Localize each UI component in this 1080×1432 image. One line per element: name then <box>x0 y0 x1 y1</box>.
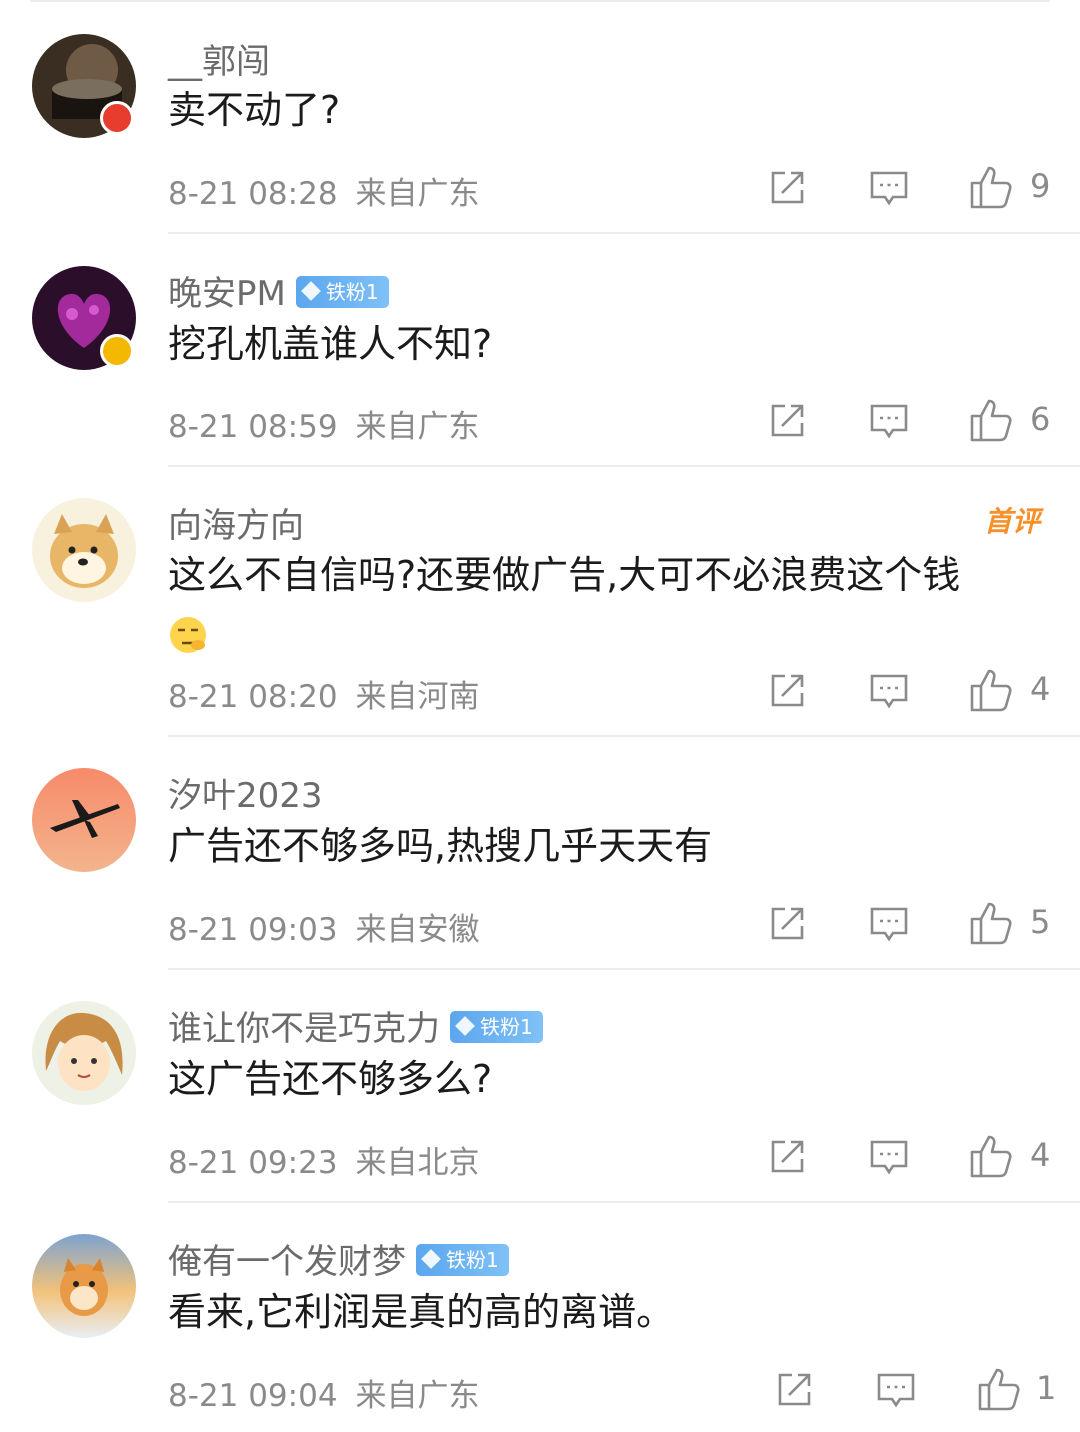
share-icon <box>771 1140 804 1173</box>
avatar[interactable] <box>32 1001 136 1105</box>
comment-button[interactable] <box>876 1372 916 1416</box>
thumbs-up-icon <box>970 166 1012 209</box>
verified-badge-icon <box>100 101 134 135</box>
verified-badge-icon <box>100 334 134 368</box>
comment-meta: 8-21 09:23 来自北京 <box>168 1137 480 1182</box>
username[interactable]: 晚安PM 铁粉1 <box>168 266 389 315</box>
share-button[interactable] <box>774 1370 814 1414</box>
comment-text: 广告还不够多吗,热搜几乎天天有 <box>168 824 713 868</box>
fan-badge: 铁粉1 <box>416 1243 509 1276</box>
like-button[interactable] <box>970 164 1014 209</box>
username-text: 俺有一个发财梦 <box>168 1242 406 1282</box>
like-button[interactable] <box>978 1366 1022 1411</box>
like-button[interactable] <box>970 667 1014 712</box>
username[interactable]: 汐叶2023 <box>168 768 323 817</box>
like-count: 4 <box>1030 670 1051 708</box>
comment-date: 8-21 09:03 <box>168 912 338 948</box>
fan-badge-label: 铁粉1 <box>480 1014 533 1039</box>
username[interactable]: 俺有一个发财梦 铁粉1 <box>168 1234 509 1283</box>
comment-date: 8-21 08:20 <box>168 679 338 715</box>
comment-location: 来自河南 <box>355 679 480 715</box>
comment-location: 来自广东 <box>355 1378 480 1414</box>
comment-text-content: 这么不自信吗?还要做广告,大可不必浪费这个钱 <box>168 553 961 597</box>
share-icon <box>771 404 804 437</box>
comment-meta: 8-21 09:04 来自广东 <box>168 1370 480 1415</box>
share-button[interactable] <box>767 904 807 948</box>
comment-button[interactable] <box>869 170 909 214</box>
thumbs-up-icon <box>970 669 1012 712</box>
username-text: 谁让你不是巧克力 <box>168 1009 440 1049</box>
diamond-icon <box>300 280 321 301</box>
share-icon <box>778 1373 811 1406</box>
comment-location: 来自广东 <box>355 176 480 212</box>
comment-location: 来自安徽 <box>355 912 480 948</box>
comment-date: 8-21 09:04 <box>168 1378 338 1414</box>
username[interactable]: 谁让你不是巧克力 铁粉1 <box>168 1001 543 1050</box>
thinking-emoji-icon <box>168 614 208 654</box>
comment-button[interactable] <box>869 1139 909 1183</box>
comment-text: 卖不动了? <box>168 88 341 132</box>
comment-date: 8-21 08:28 <box>168 176 338 212</box>
comment-text: 这广告还不够多么? <box>168 1057 493 1101</box>
comment-date: 8-21 09:23 <box>168 1145 338 1181</box>
diamond-icon <box>455 1015 475 1036</box>
divider <box>168 465 1080 467</box>
comment-meta: 8-21 09:03 来自安徽 <box>168 904 480 949</box>
comment-icon <box>870 907 908 942</box>
divider <box>168 735 1080 737</box>
comment-icon <box>870 674 908 709</box>
thumbs-up-icon <box>970 902 1012 945</box>
share-icon <box>771 171 804 204</box>
comment-button[interactable] <box>869 673 909 717</box>
avatar[interactable] <box>32 768 136 872</box>
divider <box>168 1201 1080 1203</box>
first-comment-tag: 首评 <box>983 505 1040 538</box>
comment-button[interactable] <box>869 906 909 950</box>
like-button[interactable] <box>970 1133 1014 1178</box>
comment-meta: 8-21 08:28 来自广东 <box>168 168 480 213</box>
comment-text: 这么不自信吗?还要做广告,大可不必浪费这个钱 <box>168 547 1058 659</box>
comment-text: 挖孔机盖谁人不知? <box>168 322 493 366</box>
share-icon <box>771 674 804 707</box>
like-button[interactable] <box>970 900 1014 945</box>
comment-meta: 8-21 08:20 来自河南 <box>168 671 480 716</box>
comment-icon <box>877 1373 915 1408</box>
like-count: 1 <box>1036 1369 1057 1407</box>
comment-icon <box>870 404 908 439</box>
comment-icon <box>870 1140 908 1175</box>
like-count: 9 <box>1030 167 1051 205</box>
divider <box>168 232 1080 234</box>
avatar[interactable] <box>32 1234 136 1338</box>
share-button[interactable] <box>767 1137 807 1181</box>
like-count: 6 <box>1030 400 1051 438</box>
fan-badge-label: 铁粉1 <box>446 1247 499 1272</box>
comment-location: 来自广东 <box>355 409 480 445</box>
share-icon <box>771 907 804 940</box>
thumbs-up-icon <box>970 399 1012 442</box>
share-button[interactable] <box>767 401 807 445</box>
comment-button[interactable] <box>869 403 909 447</box>
thumbs-up-icon <box>978 1368 1020 1411</box>
like-count: 4 <box>1030 1136 1051 1174</box>
fan-badge: 铁粉1 <box>450 1010 543 1043</box>
avatar[interactable] <box>32 498 136 602</box>
comment-meta: 8-21 08:59 来自广东 <box>168 401 480 446</box>
comment-date: 8-21 08:59 <box>168 409 338 445</box>
fan-badge-label: 铁粉1 <box>325 279 379 304</box>
like-count: 5 <box>1030 903 1051 941</box>
diamond-icon <box>421 1248 441 1269</box>
username[interactable]: 向海方向 <box>168 498 304 547</box>
divider <box>168 968 1080 970</box>
fan-badge: 铁粉1 <box>295 275 389 308</box>
like-button[interactable] <box>970 397 1014 442</box>
share-button[interactable] <box>767 671 807 715</box>
top-divider <box>30 0 1050 2</box>
thumbs-up-icon <box>970 1135 1012 1178</box>
share-button[interactable] <box>767 168 807 212</box>
username[interactable]: __郭闯 <box>168 34 270 83</box>
comment-icon <box>870 171 908 206</box>
comment-location: 来自北京 <box>355 1145 480 1181</box>
comment-text: 看来,它利润是真的高的离谱。 <box>168 1290 675 1334</box>
username-text: 晚安PM <box>168 274 286 314</box>
